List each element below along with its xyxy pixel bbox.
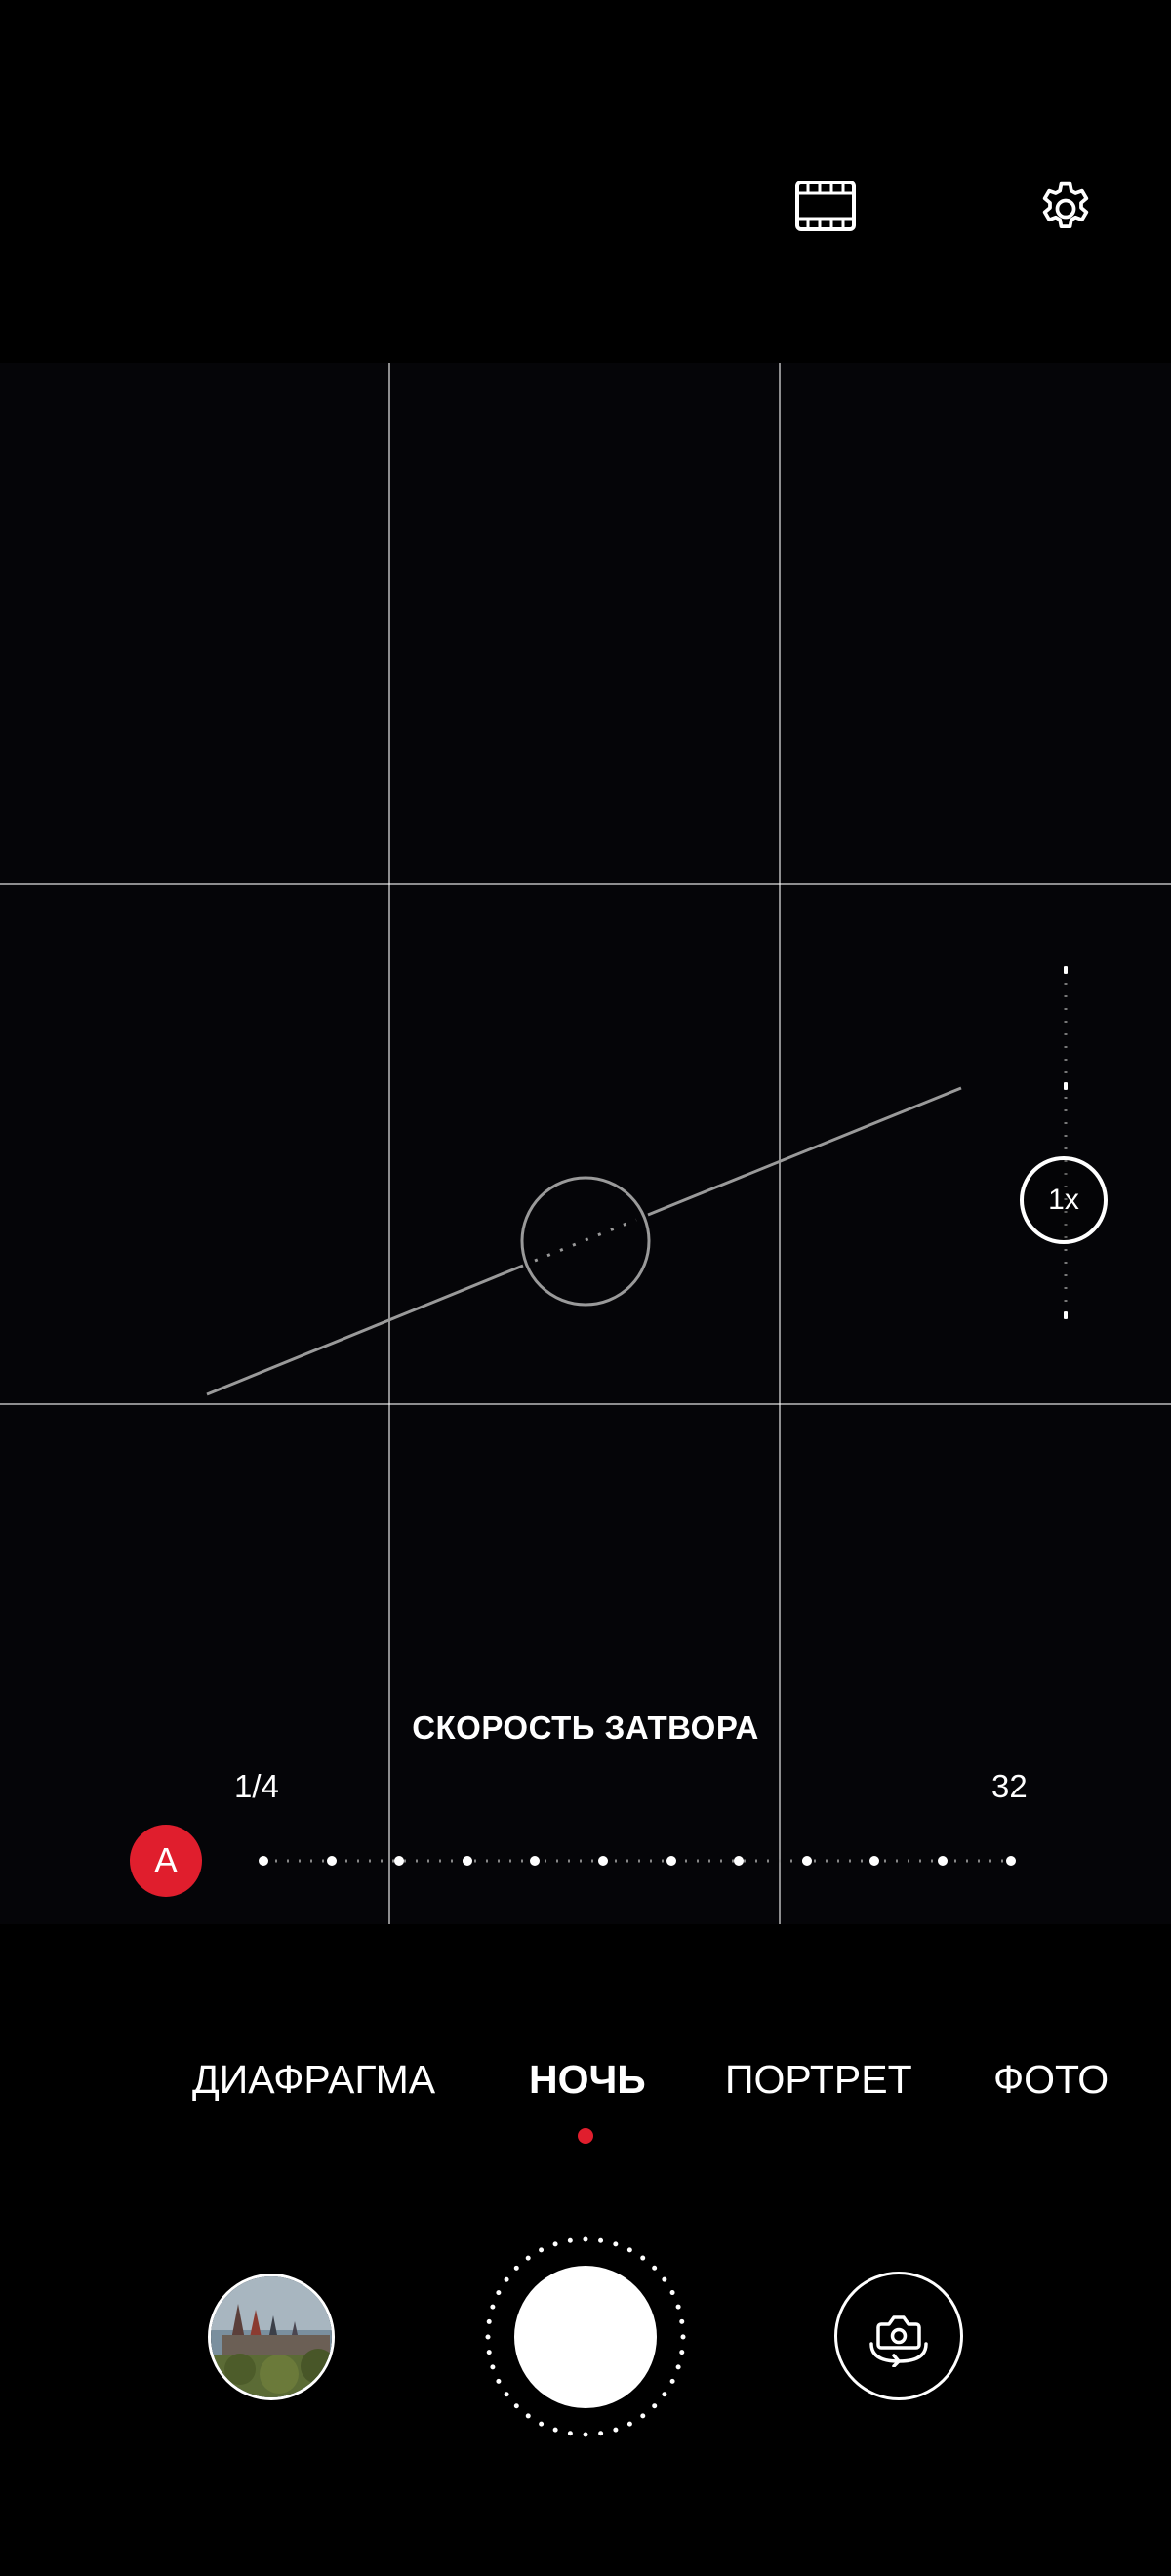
level-indicator	[206, 1086, 962, 1396]
mode-photo[interactable]: ФОТО	[993, 2057, 1109, 2103]
active-mode-indicator	[578, 2128, 593, 2144]
switch-camera-button[interactable]	[834, 2272, 963, 2400]
gear-icon	[1042, 181, 1089, 228]
film-strip-button[interactable]	[787, 172, 865, 240]
auto-shutter-button[interactable]: A	[130, 1825, 202, 1897]
shutter-speed-max-label: 32	[991, 1768, 1028, 1804]
shutter-speed-slider[interactable]	[256, 1841, 1017, 1880]
settings-button[interactable]	[1025, 168, 1107, 250]
mode-night[interactable]: НОЧЬ	[529, 2057, 646, 2103]
mode-aperture[interactable]: ДИАФРАГМА	[192, 2057, 435, 2103]
camera-viewfinder[interactable]	[0, 363, 1171, 1924]
shutter-button[interactable]	[514, 2266, 657, 2408]
mode-portrait[interactable]: ПОРТРЕТ	[725, 2057, 912, 2103]
gallery-thumbnail[interactable]	[208, 2274, 335, 2400]
top-bar	[0, 0, 1171, 363]
shutter-speed-title: СКОРОСТЬ ЗАТВОРА	[412, 1710, 759, 1746]
shutter-speed-min-label: 1/4	[234, 1768, 279, 1804]
switch-camera-icon	[869, 2315, 928, 2367]
zoom-level-button[interactable]: 1x	[1020, 1156, 1108, 1244]
gallery-photo	[211, 2276, 332, 2397]
zoom-rail[interactable]	[1064, 966, 1068, 1319]
mode-selector[interactable]: ДИАФРАГМА НОЧЬ ПОРТРЕТ ФОТО	[0, 2057, 1171, 2125]
film-strip-icon	[795, 181, 856, 231]
